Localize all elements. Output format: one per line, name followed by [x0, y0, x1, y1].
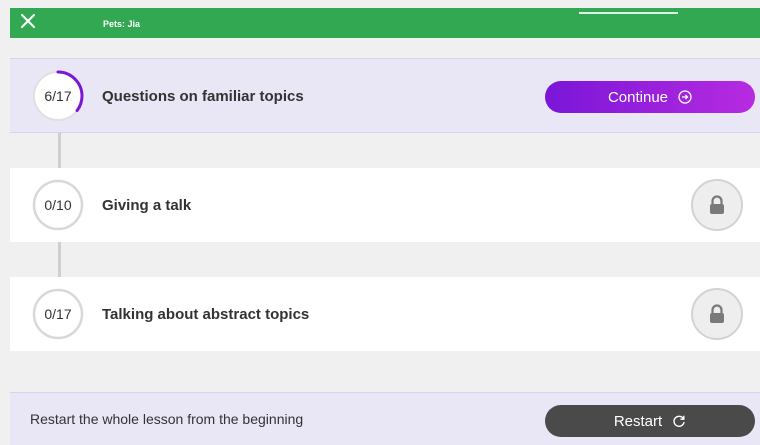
lesson-row-questions[interactable]: 6/17 Questions on familiar topics Contin…	[10, 58, 760, 133]
progress-count: 0/17	[44, 306, 72, 322]
lesson-connector	[58, 242, 61, 277]
lesson-title: Giving a talk	[102, 197, 192, 214]
lesson-row-giving-a-talk[interactable]: 0/10 Giving a talk	[10, 168, 760, 242]
lesson-connector	[58, 133, 61, 168]
progress-ring: 0/10	[32, 179, 84, 231]
lock-icon	[691, 288, 743, 340]
lesson-title: Questions on familiar topics	[102, 88, 304, 105]
continue-button[interactable]: Continue	[545, 81, 755, 113]
restart-footer: Restart the whole lesson from the beginn…	[10, 392, 760, 445]
lesson-row-abstract-topics[interactable]: 0/17 Talking about abstract topics	[10, 277, 760, 351]
lesson-progress-track	[98, 12, 678, 14]
lock-icon	[691, 179, 743, 231]
top-bar: Pets: Jia	[10, 8, 760, 38]
lesson-progress-fill	[98, 12, 580, 14]
progress-ring: 0/17	[32, 288, 84, 340]
restart-button[interactable]: Restart	[545, 405, 755, 437]
continue-label: Continue	[607, 88, 669, 106]
lesson-title: Talking about abstract topics	[102, 306, 310, 323]
progress-count: 6/17	[44, 88, 72, 104]
progress-ring: 6/17	[32, 70, 84, 122]
breadcrumb: Pets: Jia	[103, 19, 141, 29]
restart-description: Restart the whole lesson from the beginn…	[30, 411, 304, 427]
restart-label: Restart	[613, 412, 663, 430]
arrow-circle-right-icon	[678, 90, 692, 104]
close-icon[interactable]	[18, 11, 38, 31]
progress-count: 0/10	[44, 197, 72, 213]
refresh-icon	[673, 415, 685, 427]
